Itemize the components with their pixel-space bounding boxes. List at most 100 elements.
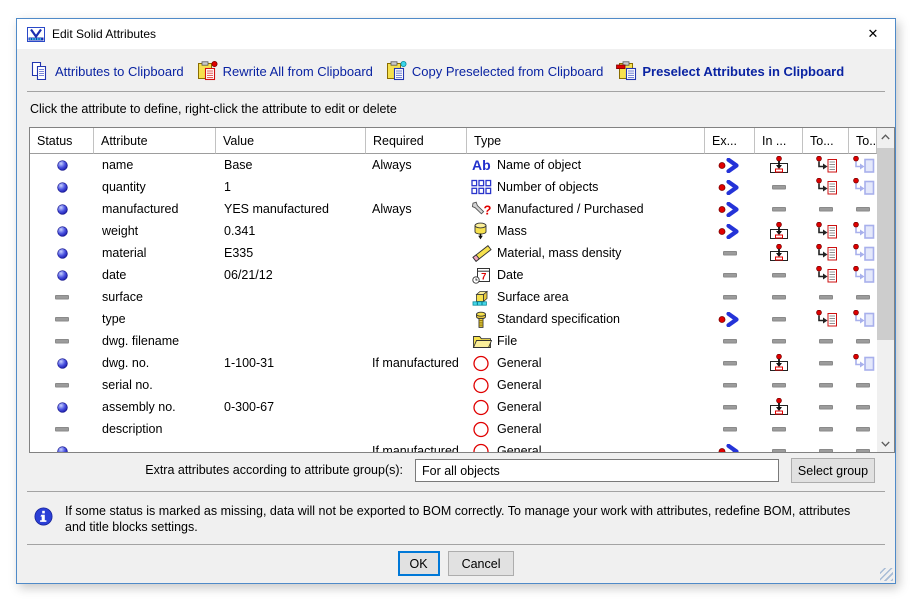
- toolbar-item-preselect-attributes-in-clipboard[interactable]: Preselect Attributes in Clipboard: [616, 61, 844, 81]
- scrollbar-thumb[interactable]: [877, 148, 894, 340]
- status-ok-icon: [57, 358, 68, 369]
- scroll-up-icon[interactable]: [877, 128, 894, 145]
- toolbar-item-attributes-to-clipboard[interactable]: Attributes to Clipboard: [30, 61, 184, 81]
- table-row[interactable]: date06/21/127Date: [30, 264, 877, 286]
- status-ok-cell: [30, 198, 94, 220]
- ok-button[interactable]: OK: [398, 551, 440, 576]
- type-cell: Material, mass density: [467, 242, 705, 264]
- column-header-export[interactable]: Ex...: [705, 128, 755, 154]
- table-row[interactable]: If manufacturedGeneral: [30, 440, 877, 452]
- type-label: Number of objects: [497, 180, 598, 194]
- attribute-cell: description: [94, 418, 216, 440]
- insert-icon: [767, 244, 791, 262]
- type-cell: ?Manufactured / Purchased: [467, 198, 705, 220]
- table-row[interactable]: typeStandard specification: [30, 308, 877, 330]
- attribute-cell: name: [94, 154, 216, 176]
- scroll-down-icon[interactable]: [877, 435, 894, 452]
- not-set-icon: [772, 185, 786, 190]
- window-title: Edit Solid Attributes: [52, 27, 156, 41]
- to-solid-icon: [851, 156, 875, 174]
- not-set-cell: [30, 418, 94, 440]
- type-cell: Ab Name of object: [467, 154, 705, 176]
- to-text-cell: [803, 242, 849, 264]
- toolbar-item-rewrite-all-from-clipboard[interactable]: Rewrite All from Clipboard: [197, 61, 373, 81]
- to-solid-cell: [849, 176, 877, 198]
- clipboard-preselect-icon: [616, 61, 637, 81]
- insert-icon: [767, 222, 791, 240]
- not-set-cell: [803, 440, 849, 452]
- attribute-cell: [94, 440, 216, 452]
- general-type-icon: [470, 377, 493, 394]
- not-set-icon: [772, 207, 786, 212]
- type-label: General: [497, 378, 541, 392]
- general-type-icon: [470, 421, 493, 438]
- table-row[interactable]: serial no. General: [30, 374, 877, 396]
- table-row[interactable]: description General: [30, 418, 877, 440]
- column-header-type[interactable]: Type: [467, 128, 705, 154]
- toolbar-item-copy-preselected-from-clipboard[interactable]: Copy Preselected from Clipboard: [386, 61, 603, 81]
- not-set-icon: [723, 383, 737, 388]
- attribute-cell: quantity: [94, 176, 216, 198]
- insert-cell: [755, 352, 803, 374]
- attribute-group-input[interactable]: [415, 459, 779, 482]
- not-set-cell: [705, 418, 755, 440]
- insert-icon: [767, 354, 791, 372]
- table-row[interactable]: materialE335Material, mass density: [30, 242, 877, 264]
- cancel-button[interactable]: Cancel: [448, 551, 515, 576]
- select-group-button[interactable]: Select group: [791, 458, 875, 483]
- toolbar-item-label: Copy Preselected from Clipboard: [412, 64, 603, 79]
- column-header-to-text[interactable]: To...: [803, 128, 849, 154]
- not-set-cell: [755, 440, 803, 452]
- table-row[interactable]: dwg. filenameFile: [30, 330, 877, 352]
- extra-attributes-label: Extra attributes according to attribute …: [17, 463, 409, 477]
- column-header-required[interactable]: Required: [366, 128, 467, 154]
- attribute-cell: serial no.: [94, 374, 216, 396]
- table-body: nameBaseAlwaysAbName of objectquantity1N…: [30, 154, 877, 440]
- to-text-icon: [814, 244, 838, 262]
- edit-solid-attributes-dialog: Edit Solid Attributes ✕ Attributes to Cl…: [16, 18, 896, 584]
- column-header-to-solid[interactable]: To...: [849, 128, 877, 154]
- table-row[interactable]: quantity1Number of objects: [30, 176, 877, 198]
- value-cell: Base: [216, 154, 366, 176]
- type-label: General: [497, 422, 541, 436]
- to-solid-icon: [851, 310, 875, 328]
- type-label: Name of object: [497, 158, 581, 172]
- not-set-icon: [772, 427, 786, 432]
- close-button[interactable]: ✕: [855, 20, 891, 48]
- table-row[interactable]: manufacturedYES manufacturedAlways?Manuf…: [30, 198, 877, 220]
- value-cell: 0-300-67: [216, 396, 366, 418]
- column-header-value[interactable]: Value: [216, 128, 366, 154]
- required-cell: [366, 308, 467, 330]
- not-set-icon: [772, 339, 786, 344]
- table-row[interactable]: nameBaseAlwaysAbName of object: [30, 154, 877, 176]
- insert-cell: [755, 396, 803, 418]
- resize-grip[interactable]: [880, 568, 893, 581]
- type-label: Material, mass density: [497, 246, 621, 260]
- not-set-icon: [55, 427, 69, 432]
- column-header-attribute[interactable]: Attribute: [94, 128, 216, 154]
- vertical-scrollbar[interactable]: [877, 128, 894, 452]
- to-text-cell: [803, 176, 849, 198]
- not-set-cell: [755, 418, 803, 440]
- to-solid-cell: [849, 308, 877, 330]
- svg-text:Ab: Ab: [472, 157, 491, 173]
- not-set-icon: [723, 427, 737, 432]
- type-cell: General: [467, 418, 705, 440]
- type-label: Standard specification: [497, 312, 620, 326]
- type-cell: Standard specification: [467, 308, 705, 330]
- column-header-status[interactable]: Status: [30, 128, 94, 154]
- export-arrow-icon: [718, 224, 742, 239]
- export-arrow-icon: [718, 180, 742, 195]
- required-cell: [366, 418, 467, 440]
- table-row[interactable]: surfaceSurface area: [30, 286, 877, 308]
- value-cell: 06/21/12: [216, 264, 366, 286]
- table-row[interactable]: assembly no.0-300-67General: [30, 396, 877, 418]
- value-cell: E335: [216, 242, 366, 264]
- not-set-icon: [819, 383, 833, 388]
- bolt-type-icon: [470, 311, 493, 328]
- required-cell: [366, 242, 467, 264]
- table-row[interactable]: weight0.341Mass: [30, 220, 877, 242]
- attribute-cell: dwg. no.: [94, 352, 216, 374]
- table-row[interactable]: dwg. no.1-100-31If manufacturedGeneral: [30, 352, 877, 374]
- column-header-insert[interactable]: In ...: [755, 128, 803, 154]
